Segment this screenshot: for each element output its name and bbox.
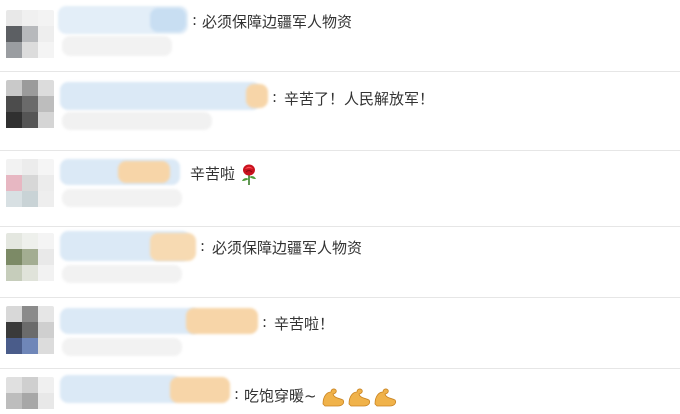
- username-blurred[interactable]: [60, 375, 180, 403]
- comment-row: : 辛苦啦！: [0, 298, 680, 368]
- meta-blurred: [62, 265, 182, 283]
- username-blurred: [150, 233, 196, 261]
- comment-text: 吃饱穿暖~: [244, 385, 399, 408]
- username-blurred: [150, 8, 186, 32]
- comment-row: : 必须保障边疆军人物资: [0, 227, 680, 297]
- avatar[interactable]: [6, 377, 54, 414]
- colon-separator: :: [234, 385, 240, 403]
- colon-separator: :: [200, 237, 206, 255]
- comment-text: 必须保障边疆军人物资: [212, 239, 363, 257]
- meta-blurred: [62, 36, 172, 56]
- username-blurred: [118, 161, 170, 183]
- flexed-biceps-icon: [322, 388, 397, 406]
- meta-blurred: [62, 189, 182, 207]
- comment-row: : 必须保障边疆军人物资: [0, 0, 680, 71]
- avatar[interactable]: [6, 80, 54, 132]
- avatar[interactable]: [6, 306, 54, 356]
- comment-text: 辛苦啦: [190, 163, 258, 186]
- colon-separator: :: [192, 11, 198, 29]
- meta-blurred: [62, 338, 182, 356]
- comment-row: : 吃饱穿暖~: [0, 369, 680, 414]
- rose-icon: [241, 164, 256, 185]
- comment-text: 辛苦了！人民解放军！: [284, 90, 435, 108]
- comment-text: 辛苦啦！: [274, 315, 335, 333]
- meta-blurred: [62, 112, 212, 130]
- comment-label: 吃饱穿暖~: [244, 387, 317, 405]
- username-blurred[interactable]: [60, 82, 260, 110]
- username-blurred: [170, 377, 230, 403]
- avatar[interactable]: [6, 159, 54, 209]
- username-blurred: [246, 84, 268, 108]
- comment-label: 辛苦啦: [190, 165, 236, 183]
- avatar[interactable]: [6, 233, 54, 283]
- colon-separator: :: [262, 313, 268, 331]
- comment-text: 必须保障边疆军人物资: [202, 13, 353, 31]
- avatar[interactable]: [6, 10, 54, 60]
- comment-row: : 辛苦了！人民解放军！: [0, 72, 680, 150]
- username-blurred[interactable]: [60, 308, 200, 334]
- colon-separator: :: [272, 88, 278, 106]
- username-blurred: [186, 308, 258, 334]
- comment-row: 辛苦啦: [0, 151, 680, 226]
